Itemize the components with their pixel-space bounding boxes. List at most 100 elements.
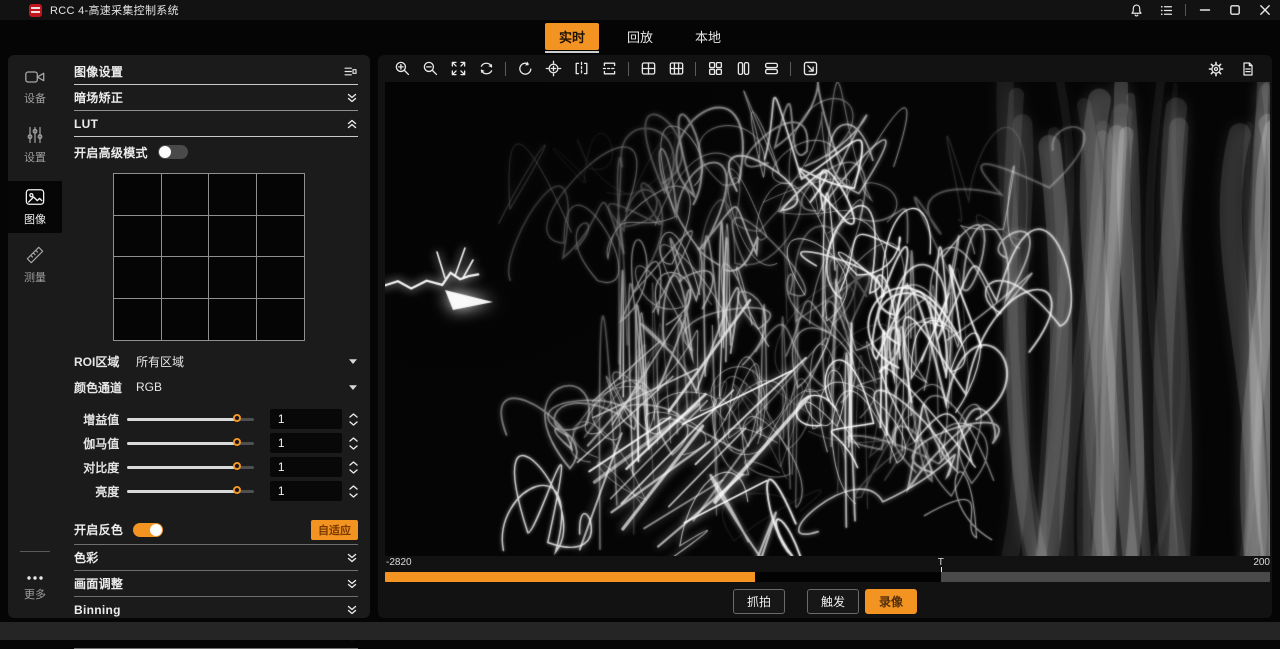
timeline-end-label: 200	[1253, 557, 1270, 568]
section-picture-adjust[interactable]: 画面调整	[74, 571, 358, 597]
more-dots-icon	[25, 574, 45, 582]
image-icon	[24, 187, 46, 207]
section-binning[interactable]: Binning	[74, 597, 358, 623]
tab-playback[interactable]: 回放	[613, 23, 667, 50]
gamma-slider[interactable]	[127, 436, 254, 450]
channel-dropdown[interactable]: RGB	[132, 380, 358, 394]
trigger-button[interactable]: 触发	[807, 589, 859, 614]
notifications-bell-icon[interactable]	[1121, 0, 1151, 20]
ruler-icon	[25, 245, 45, 265]
main-viewer-panel: -2820 T 200 抓拍 触发 录像	[378, 55, 1272, 618]
rotate-view-icon[interactable]	[511, 58, 539, 80]
grid-overlay-alt-icon[interactable]	[662, 58, 690, 80]
invert-label: 开启反色	[74, 521, 123, 538]
reset-view-icon[interactable]	[472, 58, 500, 80]
sidebar-item-label: 图像	[24, 211, 46, 227]
tab-live[interactable]: 实时	[545, 23, 599, 50]
lut-curve-grid[interactable]	[113, 173, 305, 341]
close-icon[interactable]	[1250, 0, 1280, 20]
lut-grid-cell	[162, 257, 210, 299]
section-color[interactable]: 色彩	[74, 545, 358, 571]
timeline-labels: -2820 T 200	[385, 557, 1270, 569]
sidebar-item-label: 设备	[24, 90, 46, 106]
panel-header: 图像设置	[74, 59, 358, 85]
section-dark-field[interactable]: 暗场矫正	[74, 85, 358, 111]
file-document-icon[interactable]	[1234, 58, 1262, 80]
lut-grid-cell	[209, 299, 257, 341]
contrast-slider[interactable]	[127, 460, 254, 474]
brightness-value-input[interactable]: 1	[270, 481, 342, 501]
capture-actions: 抓拍 触发 录像	[378, 589, 1272, 614]
chevron-double-down-icon	[346, 578, 358, 590]
invert-toggle[interactable]	[133, 523, 163, 537]
grid-overlay-icon[interactable]	[634, 58, 662, 80]
gamma-stepper[interactable]	[349, 437, 358, 450]
lut-grid-cell	[209, 216, 257, 258]
gain-stepper[interactable]	[349, 413, 358, 426]
panel-collapse-icon[interactable]	[343, 64, 358, 79]
brightness-slider-row: 亮度 1	[74, 479, 358, 503]
chevron-double-down-icon	[346, 92, 358, 104]
lut-grid-cell	[209, 174, 257, 216]
viewer-toolbar	[378, 55, 1272, 82]
live-view-image[interactable]	[385, 82, 1270, 556]
toolbar-separator	[505, 62, 506, 76]
gain-slider[interactable]	[127, 412, 254, 426]
gamma-value-input[interactable]: 1	[270, 433, 342, 453]
record-button[interactable]: 录像	[865, 589, 917, 614]
video-camera-icon	[24, 68, 46, 86]
timeline-fill	[385, 572, 755, 582]
brightness-slider[interactable]	[127, 484, 254, 498]
left-panel: 设备 设置 图像 测量 更多	[8, 55, 370, 618]
layout-quad-icon[interactable]	[701, 58, 729, 80]
tab-local[interactable]: 本地	[681, 23, 735, 50]
timeline-bar[interactable]	[385, 572, 1270, 582]
contrast-value-input[interactable]: 1	[270, 457, 342, 477]
invert-row: 开启反色 自适应	[74, 515, 358, 545]
layout-two-vertical-icon[interactable]	[729, 58, 757, 80]
channel-label: 颜色通道	[74, 379, 132, 396]
sidebar-item-image[interactable]: 图像	[8, 181, 62, 233]
mirror-horizontal-icon[interactable]	[567, 58, 595, 80]
sidebar-divider	[20, 551, 50, 552]
sidebar-item-setup[interactable]: 设置	[8, 119, 62, 171]
lut-grid-cell	[257, 174, 305, 216]
center-target-icon[interactable]	[539, 58, 567, 80]
brightness-stepper[interactable]	[349, 485, 358, 498]
lut-grid-cell	[114, 299, 162, 341]
minimize-icon[interactable]	[1190, 0, 1220, 20]
adaptive-button[interactable]: 自适应	[311, 520, 358, 540]
export-image-icon[interactable]	[796, 58, 824, 80]
zoom-in-icon[interactable]	[388, 58, 416, 80]
contrast-stepper[interactable]	[349, 461, 358, 474]
sidebar-item-device[interactable]: 设备	[8, 61, 62, 113]
sliders-block: 增益值 1 伽马值 1 对比度 1	[74, 407, 358, 503]
app-logo	[29, 4, 42, 17]
bottom-status-bar	[0, 622, 1280, 640]
lut-grid-cell	[209, 257, 257, 299]
gain-value-input[interactable]: 1	[270, 409, 342, 429]
advanced-mode-toggle[interactable]	[158, 145, 188, 159]
advanced-mode-row: 开启高级模式	[74, 137, 358, 167]
sidebar-item-measure[interactable]: 测量	[8, 239, 62, 291]
snapshot-button[interactable]: 抓拍	[733, 589, 785, 614]
task-list-icon[interactable]	[1151, 0, 1181, 20]
timeline-start-label: -2820	[386, 557, 412, 568]
layout-two-horizontal-icon[interactable]	[757, 58, 785, 80]
fit-screen-icon[interactable]	[444, 58, 472, 80]
chevron-double-up-icon	[346, 118, 358, 130]
sidebar-item-more[interactable]: 更多	[8, 566, 62, 610]
advanced-mode-label: 开启高级模式	[74, 144, 148, 161]
section-lut[interactable]: LUT	[74, 111, 358, 137]
maximize-icon[interactable]	[1220, 0, 1250, 20]
settings-gear-icon[interactable]	[1202, 58, 1230, 80]
lut-grid-cell	[162, 174, 210, 216]
zoom-out-icon[interactable]	[416, 58, 444, 80]
roi-dropdown[interactable]: 所有区域	[132, 353, 358, 370]
mirror-vertical-icon[interactable]	[595, 58, 623, 80]
side-nav: 设备 设置 图像 测量 更多	[8, 55, 62, 618]
lut-grid-cell	[114, 174, 162, 216]
chevron-double-down-icon	[346, 604, 358, 616]
gamma-slider-row: 伽马值 1	[74, 431, 358, 455]
image-settings-panel: 图像设置 暗场矫正 LUT 开启高级模式 ROI区域 所有区域	[62, 55, 370, 618]
